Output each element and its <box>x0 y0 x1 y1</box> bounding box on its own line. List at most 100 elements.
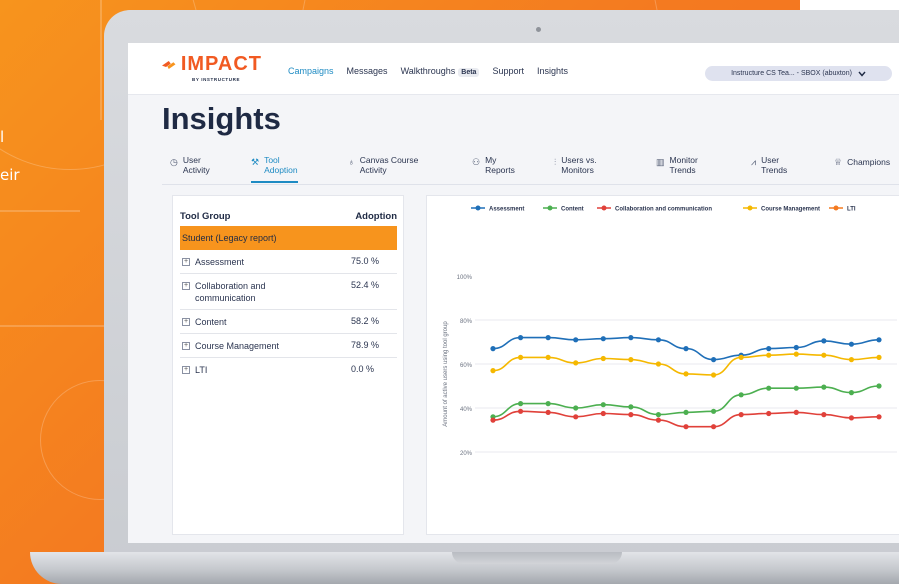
data-point <box>738 354 744 360</box>
clock-icon: ◷ <box>170 157 178 167</box>
tab-label-line1: Champions <box>847 157 891 167</box>
graduation-cap-icon: ♁ <box>348 157 355 167</box>
data-point <box>710 357 717 363</box>
y-tick-label: 80% <box>460 319 473 325</box>
logo-text: IMPACT <box>180 53 262 75</box>
legend-label: Assessment <box>489 207 524 213</box>
table-row[interactable]: + Assessment 75.0 % <box>180 250 397 274</box>
y-tick-label: 40% <box>460 407 473 413</box>
data-point <box>848 415 855 421</box>
tab-canvas-course-activity[interactable]: ♁ Canvas Course Activity <box>348 155 418 183</box>
data-point <box>710 408 717 414</box>
data-point <box>821 352 827 358</box>
data-point <box>628 357 634 363</box>
account-selector[interactable]: Instructure CS Tea... - SBOX (abuxton) <box>705 66 892 81</box>
data-point <box>876 337 882 343</box>
tab-champions[interactable]: ♕ Champions <box>834 155 890 183</box>
data-point <box>490 346 496 352</box>
adoption-table-card: Tool Group Adoption Student (Legacy repo… <box>172 195 404 535</box>
tab-user-activity[interactable]: ◷ User Activity <box>170 155 210 183</box>
legend-marker <box>833 205 839 211</box>
legend-label: Content <box>561 207 584 213</box>
data-point <box>600 355 606 362</box>
background-text-line: l <box>0 128 5 146</box>
tab-label-line2: Activity <box>182 165 210 175</box>
data-point <box>848 390 855 396</box>
legend-label: Collaboration and communication <box>615 207 712 213</box>
tab-label-line2: Trends <box>669 165 696 175</box>
data-point <box>517 335 524 341</box>
table-group-row: Student (Legacy report) <box>180 226 397 250</box>
data-point <box>655 417 662 423</box>
table-row[interactable]: + Content 58.2 % <box>180 310 397 334</box>
tab-label-line1: Users vs. <box>561 155 597 165</box>
tab-user-trends[interactable]: ⩘ User Trends <box>751 155 787 183</box>
nav-support[interactable]: Support <box>492 66 524 76</box>
tab-users-vs-monitors[interactable]: ⫶ Users vs. Monitors <box>554 155 597 183</box>
data-point <box>683 371 689 377</box>
row-value: 75.0 % <box>351 256 380 266</box>
tab-my-reports[interactable]: ⚇ My Reports <box>472 155 515 183</box>
expand-icon[interactable]: + <box>182 282 190 290</box>
data-point <box>766 385 772 391</box>
data-point <box>517 408 524 414</box>
tab-tool-adoption[interactable]: ⚒ Tool Adoption <box>251 155 298 183</box>
row-name: Course Management <box>195 341 280 351</box>
legend-marker <box>475 205 481 211</box>
data-point <box>738 392 744 398</box>
tab-label-line2: Trends <box>761 165 788 175</box>
tab-label-line2: Activity <box>359 165 387 175</box>
laptop-camera <box>536 27 541 32</box>
table-row[interactable]: + Course Management 78.9 % <box>180 334 397 358</box>
expand-icon[interactable]: + <box>182 366 190 374</box>
main-nav: Campaigns Messages Walkthroughs Beta Supp… <box>288 66 568 77</box>
data-point <box>545 354 551 360</box>
data-point <box>876 383 882 389</box>
data-point <box>655 361 662 367</box>
insights-tabs: ◷ User Activity ⚒ Tool Adoption ♁ Canvas C… <box>162 155 899 185</box>
background-line <box>100 0 102 120</box>
expand-icon[interactable]: + <box>182 258 190 266</box>
data-point <box>683 346 689 352</box>
data-point <box>876 354 882 360</box>
tab-monitor-trends[interactable]: ▥ Monitor Trends <box>656 155 698 183</box>
impact-logo[interactable]: IMPACT BY INSTRUCTURE <box>162 53 262 82</box>
nav-insights[interactable]: Insights <box>537 66 568 76</box>
data-point <box>573 405 579 411</box>
data-point <box>848 341 855 347</box>
page-title: Insights <box>162 101 281 136</box>
row-value: 58.2 % <box>351 316 380 326</box>
column-header-tool-group: Tool Group <box>180 210 231 222</box>
data-point <box>573 337 579 343</box>
data-point <box>766 346 772 352</box>
data-point <box>573 414 579 420</box>
data-point <box>517 401 524 407</box>
adoption-chart-card: 100% 80% 60% 40% 20% Amount of active users u… <box>426 195 899 535</box>
background-line <box>0 325 110 327</box>
expand-icon[interactable]: + <box>182 318 190 326</box>
data-point <box>490 417 496 423</box>
tab-label-line1: User <box>761 155 780 165</box>
expand-icon[interactable]: + <box>182 342 190 350</box>
data-point <box>600 410 606 417</box>
data-point <box>793 351 799 357</box>
legend-marker <box>601 205 607 211</box>
nav-messages[interactable]: Messages <box>347 66 388 76</box>
data-point <box>848 357 855 363</box>
data-point <box>545 401 551 407</box>
data-point <box>821 412 827 418</box>
data-point <box>628 412 634 418</box>
row-value: 78.9 % <box>351 340 380 350</box>
table-row[interactable]: + LTI 0.0 % <box>180 358 397 381</box>
table-row[interactable]: + Collaboration and communication 52.4 % <box>180 274 397 310</box>
row-name: Content <box>195 317 227 327</box>
nav-walkthroughs[interactable]: Walkthroughs Beta <box>401 66 480 77</box>
data-point <box>821 338 827 344</box>
nav-campaigns[interactable]: Campaigns <box>288 66 334 76</box>
data-point <box>490 368 496 374</box>
tab-label-line1: Canvas Course <box>359 155 419 165</box>
y-tick-label: 20% <box>460 451 473 457</box>
y-tick-label: 60% <box>460 363 473 369</box>
app-header: IMPACT BY INSTRUCTURE Campaigns Messages… <box>128 43 899 95</box>
logo-subtext: BY INSTRUCTURE <box>192 77 241 82</box>
